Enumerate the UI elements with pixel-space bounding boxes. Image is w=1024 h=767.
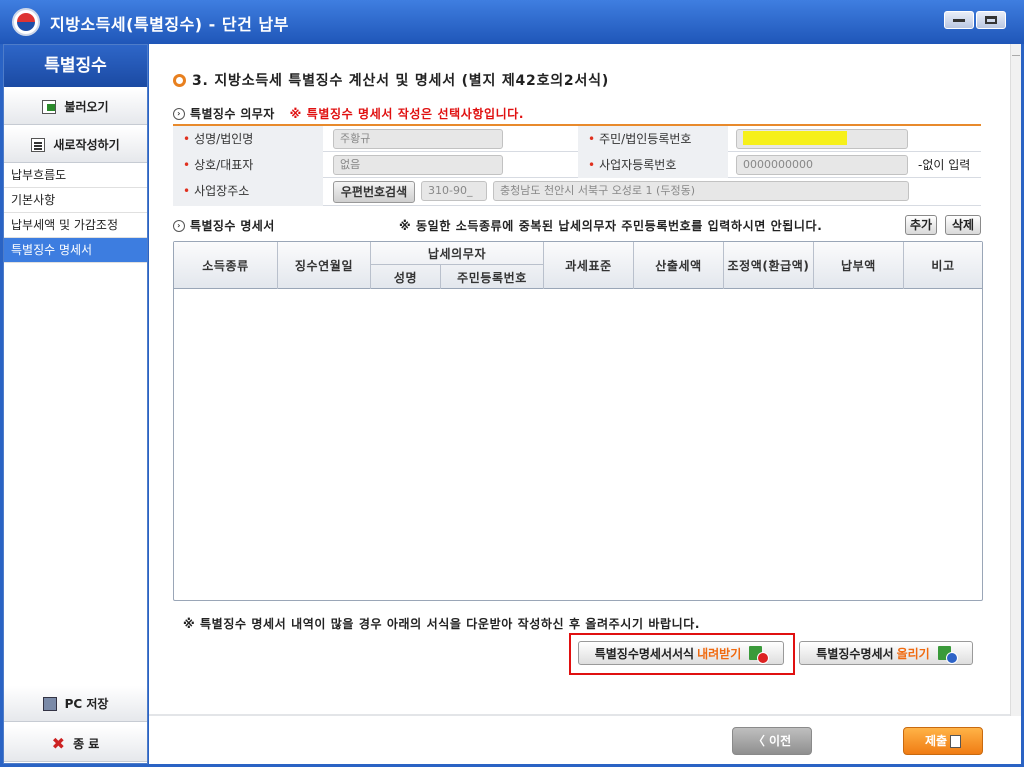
floppy-disk-icon [42, 696, 57, 711]
pc-save-button[interactable]: PC 저장 [4, 686, 147, 722]
minimize-icon [953, 19, 965, 22]
details-table: 소득종류 징수연월일 납세의무자 성명 주민등록번호 과세표준 산출세액 조정액… [173, 241, 983, 601]
col-taxpayer: 납세의무자 [371, 242, 544, 265]
load-button[interactable]: 불러오기 [4, 89, 147, 125]
form-row-address: • 사업장주소 우편번호검색 310-90_ 충청남도 천안시 서북구 오성로 1… [173, 178, 981, 206]
upload-details-button[interactable]: 특별징수명세서 올리기 [799, 641, 973, 665]
masked-value-highlight [743, 131, 847, 145]
address-label: • 사업장주소 [173, 178, 323, 206]
trade-name-label: • 상호/대표자 [173, 152, 323, 178]
title-bar: 지방소득세(특별징수) - 단건 납부 [0, 0, 1024, 44]
prev-button[interactable]: 〈 이전 [732, 727, 812, 755]
withholder-subtitle: › 특별징수 의무자 ※ 특별징수 명세서 작성은 선택사항입니다. [173, 105, 524, 122]
address-field[interactable]: 충청남도 천안시 서북구 오성로 1 (두정동) [493, 181, 909, 201]
chevron-right-icon: › [173, 107, 185, 120]
load-label: 불러오기 [64, 100, 109, 114]
new-document-button[interactable]: 새로작성하기 [4, 127, 147, 163]
col-adjust: 조정액(환급액) [724, 242, 814, 289]
excel-download-icon [749, 645, 770, 664]
name-field[interactable]: 주황규 [333, 129, 503, 149]
col-tax-base: 과세표준 [544, 242, 634, 289]
optional-note: ※ 특별징수 명세서 작성은 선택사항입니다. [289, 107, 525, 121]
sidebar-item-withholding-details[interactable]: 특별징수 명세서 [4, 238, 147, 263]
sidebar: 특별징수 불러오기 새로작성하기 납부흐름도 기본사항 납부세액 및 가감조정 … [3, 44, 148, 764]
biz-no-field[interactable]: 0000000000 [736, 155, 908, 175]
col-income-type: 소득종류 [174, 242, 278, 289]
sidebar-header: 특별징수 [4, 45, 147, 87]
load-icon [42, 99, 57, 114]
form-row-name: • 성명/법인명 주황규 • 주민/법인등록번호 [173, 126, 981, 152]
form-row-trade-name: • 상호/대표자 없음 • 사업자등록번호 0000000000 -없이 입력 [173, 152, 981, 178]
details-subtitle: › 특별징수 명세서 [173, 217, 275, 234]
col-remark: 비고 [931, 259, 955, 273]
add-row-button[interactable]: 추가 [905, 215, 937, 235]
biz-no-label: • 사업자등록번호 [578, 152, 728, 178]
new-document-icon [31, 137, 46, 152]
sidebar-item-tax-adjustment[interactable]: 납부세액 및 가감조정 [4, 213, 147, 238]
col-collect-month: 징수연월일 [278, 242, 371, 289]
scroll-up-arrow[interactable] [1012, 46, 1020, 56]
biz-no-hint: -없이 입력 [918, 158, 971, 172]
content-panel: 3. 지방소득세 특별징수 계산서 및 명세서 (별지 제42호의2서식) › … [149, 44, 1021, 716]
exit-label: 종 료 [73, 737, 100, 751]
trade-name-field[interactable]: 없음 [333, 155, 503, 175]
sidebar-item-basic-info[interactable]: 기본사항 [4, 188, 147, 213]
section-bullet-icon [173, 73, 186, 87]
duplicate-warning: ※ 동일한 소득종류에 중복된 납세의무자 주민등록번호를 입력하시면 안됩니다… [399, 219, 823, 233]
excel-upload-icon [937, 645, 958, 664]
name-label: • 성명/법인명 [173, 126, 323, 152]
document-icon [950, 735, 962, 748]
col-calc-tax: 산출세액 [634, 242, 724, 289]
app-logo-icon [12, 8, 40, 36]
withholder-form: • 성명/법인명 주황규 • 주민/법인등록번호 • 상호/대표자 없음 • 사업자등록… [173, 124, 981, 206]
submit-button[interactable]: 제출 [903, 727, 983, 755]
window-title: 지방소득세(특별징수) - 단건 납부 [50, 15, 289, 34]
zip-code-field[interactable]: 310-90_ [421, 181, 487, 201]
sidebar-item-flowchart[interactable]: 납부흐름도 [4, 163, 147, 188]
pc-save-label: PC 저장 [64, 697, 109, 711]
chevron-right-icon: › [173, 219, 185, 232]
resident-no-field[interactable] [736, 129, 908, 149]
table-header: 소득종류 징수연월일 납세의무자 성명 주민등록번호 과세표준 산출세액 조정액… [174, 242, 982, 289]
new-document-label: 새로작성하기 [53, 138, 120, 152]
minimize-button[interactable] [944, 11, 974, 29]
delete-row-button[interactable]: 삭제 [945, 215, 981, 235]
main-content: 3. 지방소득세 특별징수 계산서 및 명세서 (별지 제42호의2서식) › … [149, 44, 1021, 764]
vertical-scrollbar[interactable] [1010, 44, 1021, 716]
exit-button[interactable]: ✖ 종 료 [4, 726, 147, 762]
close-icon: ✖ [51, 733, 66, 753]
maximize-icon [985, 16, 997, 24]
maximize-button[interactable] [976, 11, 1006, 29]
resident-no-label: • 주민/법인등록번호 [578, 126, 728, 152]
zip-search-button[interactable]: 우편번호검색 [333, 181, 415, 203]
col-payment: 납부액 [814, 242, 904, 289]
section-title: 3. 지방소득세 특별징수 계산서 및 명세서 (별지 제42호의2서식) [173, 70, 609, 90]
bulk-upload-note: ※ 특별징수 명세서 내역이 많을 경우 아래의 서식을 다운받아 작성하신 후… [183, 617, 701, 631]
col-taxpayer-rrn: 주민등록번호 [441, 265, 544, 289]
download-template-button[interactable]: 특별징수명세서서식 내려받기 [578, 641, 784, 665]
col-taxpayer-name: 성명 [371, 265, 441, 289]
